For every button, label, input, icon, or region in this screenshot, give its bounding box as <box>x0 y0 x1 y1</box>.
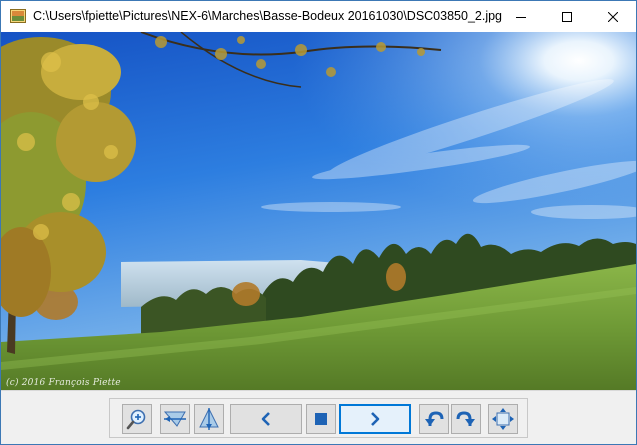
stop-button[interactable] <box>306 404 336 434</box>
close-button[interactable] <box>590 1 636 32</box>
magnifier-plus-icon <box>126 409 146 430</box>
image-viewer-window: C:\Users\fpiette\Pictures\NEX-6\Marches\… <box>0 0 637 445</box>
flip-vertical-icon <box>199 407 219 430</box>
previous-button[interactable] <box>230 404 302 434</box>
flip-vertical-button[interactable] <box>194 404 224 434</box>
toolbar-panel <box>109 398 528 438</box>
rotate-right-icon <box>456 411 475 426</box>
next-button[interactable] <box>339 404 411 434</box>
arrow-left-icon <box>261 412 270 426</box>
toolbar <box>1 390 636 444</box>
minimize-button[interactable] <box>498 1 544 32</box>
rotate-left-button[interactable] <box>419 404 449 434</box>
flip-horizontal-icon <box>163 411 186 427</box>
app-icon <box>10 9 26 23</box>
move-arrows-icon <box>492 408 514 430</box>
flip-horizontal-button[interactable] <box>160 404 190 434</box>
photo-watermark: (c) 2016 François Piette <box>6 378 121 388</box>
fit-to-window-button[interactable] <box>488 404 518 434</box>
photo-display[interactable]: (c) 2016 François Piette <box>1 32 636 390</box>
stop-icon <box>315 413 327 425</box>
title-bar[interactable]: C:\Users\fpiette\Pictures\NEX-6\Marches\… <box>1 1 636 32</box>
zoom-button[interactable] <box>122 404 152 434</box>
maximize-button[interactable] <box>544 1 590 32</box>
close-icon <box>608 11 618 22</box>
rotate-left-icon <box>425 411 444 426</box>
window-title: C:\Users\fpiette\Pictures\NEX-6\Marches\… <box>33 9 503 23</box>
landscape-photo <box>1 32 636 390</box>
arrow-right-icon <box>371 412 380 426</box>
maximize-icon <box>562 11 572 22</box>
rotate-right-button[interactable] <box>451 404 481 434</box>
minimize-icon <box>516 16 526 18</box>
